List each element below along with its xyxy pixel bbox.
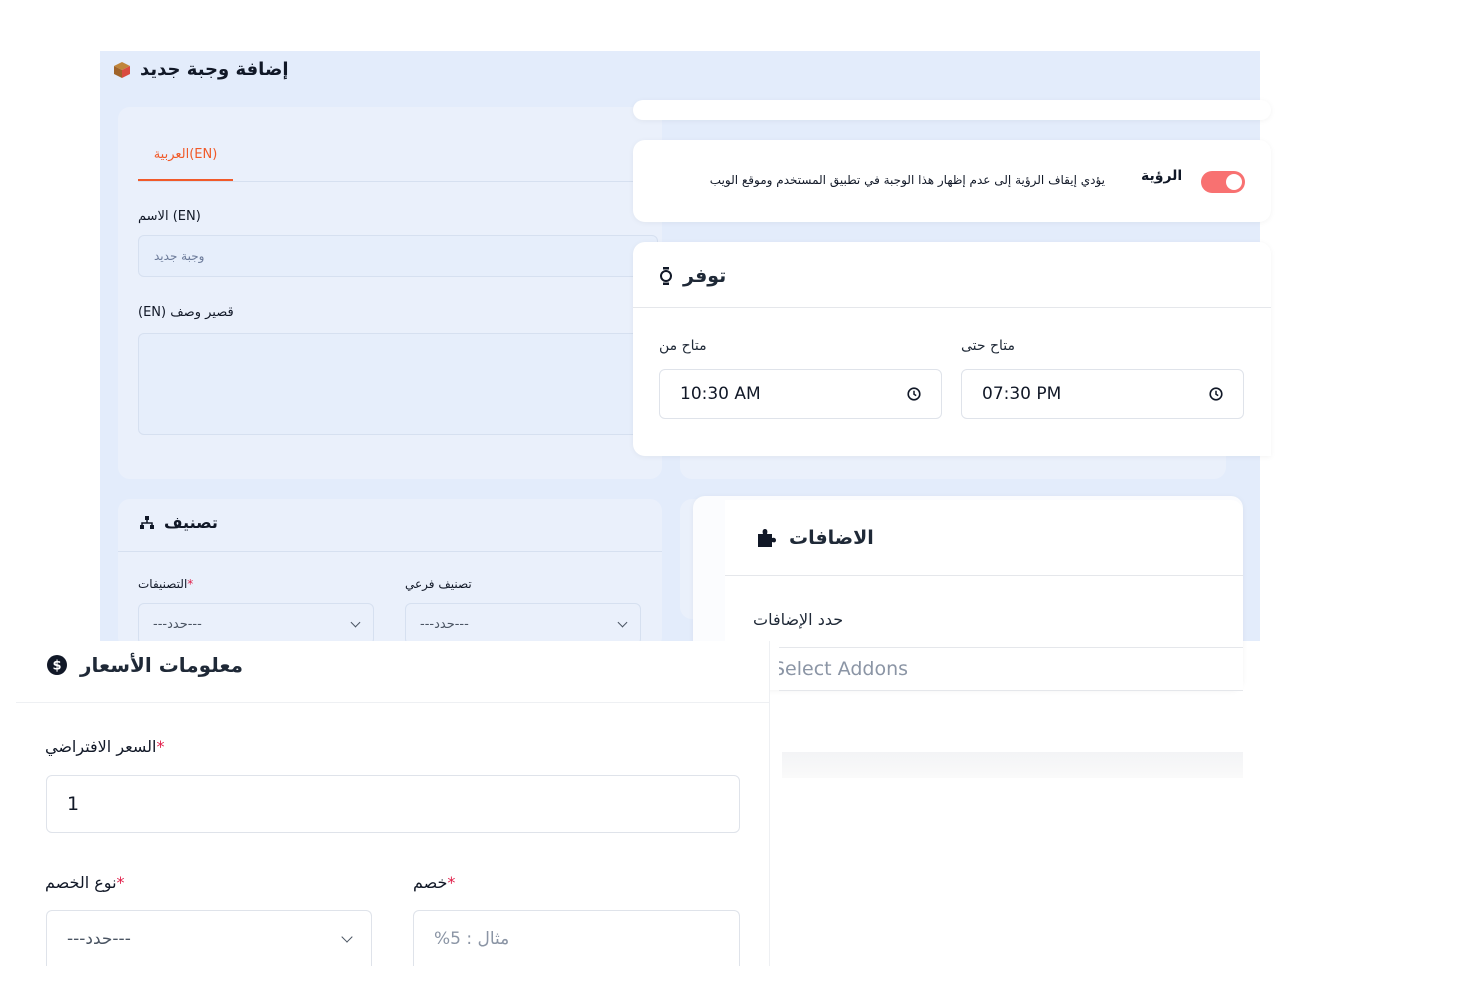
category-card: تصنيف *التصنيفات تصنيف فرعي ---حدد--- --… [118,499,662,649]
subcategory-select[interactable]: ---حدد--- [405,603,641,645]
discount-label: خصم [413,873,448,892]
chevron-down-icon [617,617,628,628]
dollar-circle-icon: $ [47,655,67,675]
visibility-label: الرؤية [1141,168,1183,184]
sitemap-icon [140,515,154,529]
stopwatch-icon [660,267,672,285]
default-price-value: 1 [67,793,80,815]
addons-title: الاضافات [789,527,874,549]
availability-card: توفر متاح من متاح حتى 10:30 AM 07:30 PM [633,242,1271,456]
name-label: الاسم (EN) [138,209,201,224]
categories-select-value: ---حدد--- [153,616,202,632]
tab-english[interactable]: العربية(EN) [138,147,233,162]
clock-icon[interactable] [1209,387,1223,401]
category-title: تصنيف [164,513,218,532]
visibility-card: الرؤية يؤدي إيقاف الرؤية إلى عدم إظهار ه… [633,140,1271,222]
chevron-down-icon [341,931,353,943]
top-card-strip [633,100,1271,120]
availability-divider [633,307,1271,308]
chevron-down-icon [350,617,361,628]
categories-select[interactable]: ---حدد--- [138,603,374,645]
discount-type-label: نوع الخصم [45,873,117,892]
name-placeholder: وجبة جديد [154,249,205,263]
toggle-knob [1226,174,1242,190]
addons-divider [725,575,1243,576]
description-label: (EN) قصير وصف [138,305,234,320]
name-input[interactable]: وجبة جديد [138,235,658,277]
page-title-row: إضافة وجبة جديد [114,57,314,81]
from-label: متاح من [659,338,707,354]
category-title-row: تصنيف [140,513,220,532]
puzzle-icon [758,529,776,547]
visibility-description: يؤدي إيقاف الرؤية إلى عدم إظهار هذا الوج… [709,173,1105,187]
subcategory-select-value: ---حدد--- [420,616,469,632]
from-time-value: 10:30 AM [680,384,761,404]
availability-title: توفر [683,265,727,287]
addons-select[interactable]: Select Addons [779,647,1243,691]
discount-type-value: ---حدد--- [67,928,131,949]
discount-label-row: * خصم [413,873,456,892]
addons-card: الاضافات حدد الإضافات Select Addons [725,500,1243,691]
discount-type-select[interactable]: ---حدد--- [46,910,372,966]
svg-text:$: $ [52,659,61,674]
description-textarea[interactable] [138,333,658,435]
pricing-card: معلومات الأسعار $ * السعر الافتراضي 1 * نو… [16,641,770,966]
subcategory-label: تصنيف فرعي [405,577,472,591]
categories-label-row: *التصنيفات [138,577,194,591]
pricing-divider [16,702,770,703]
language-card: العربية(EN) الاسم (EN) وجبة جديد (EN) قص… [118,107,662,479]
addons-limit-label: حدد الإضافات [753,610,844,629]
addons-title-row: الاضافات [755,524,874,552]
discount-input[interactable]: %مثال : 5 [413,910,740,966]
clock-icon[interactable] [907,387,921,401]
page-title: إضافة وجبة جديد [140,58,289,80]
discount-placeholder: %مثال : 5 [434,928,510,949]
categories-label: التصنيفات [138,577,188,591]
addons-card-footer [782,752,1243,778]
category-divider [118,551,662,552]
from-time-input[interactable]: 10:30 AM [659,369,942,419]
to-time-input[interactable]: 07:30 PM [961,369,1244,419]
default-price-input[interactable]: 1 [46,775,740,833]
default-price-label-row: * السعر الافتراضي [45,737,165,756]
pricing-title: معلومات الأسعار [80,653,244,677]
to-time-value: 07:30 PM [982,384,1062,404]
box-icon [114,61,132,78]
tab-divider [138,181,658,182]
discount-type-label-row: * نوع الخصم [45,873,125,892]
availability-title-row: توفر [659,262,726,290]
to-label: متاح حتى [961,338,1016,354]
pricing-title-row: معلومات الأسعار $ [46,651,243,679]
addons-select-placeholder: Select Addons [779,658,909,680]
visibility-toggle[interactable] [1201,171,1245,193]
default-price-label: السعر الافتراضي [45,737,157,756]
